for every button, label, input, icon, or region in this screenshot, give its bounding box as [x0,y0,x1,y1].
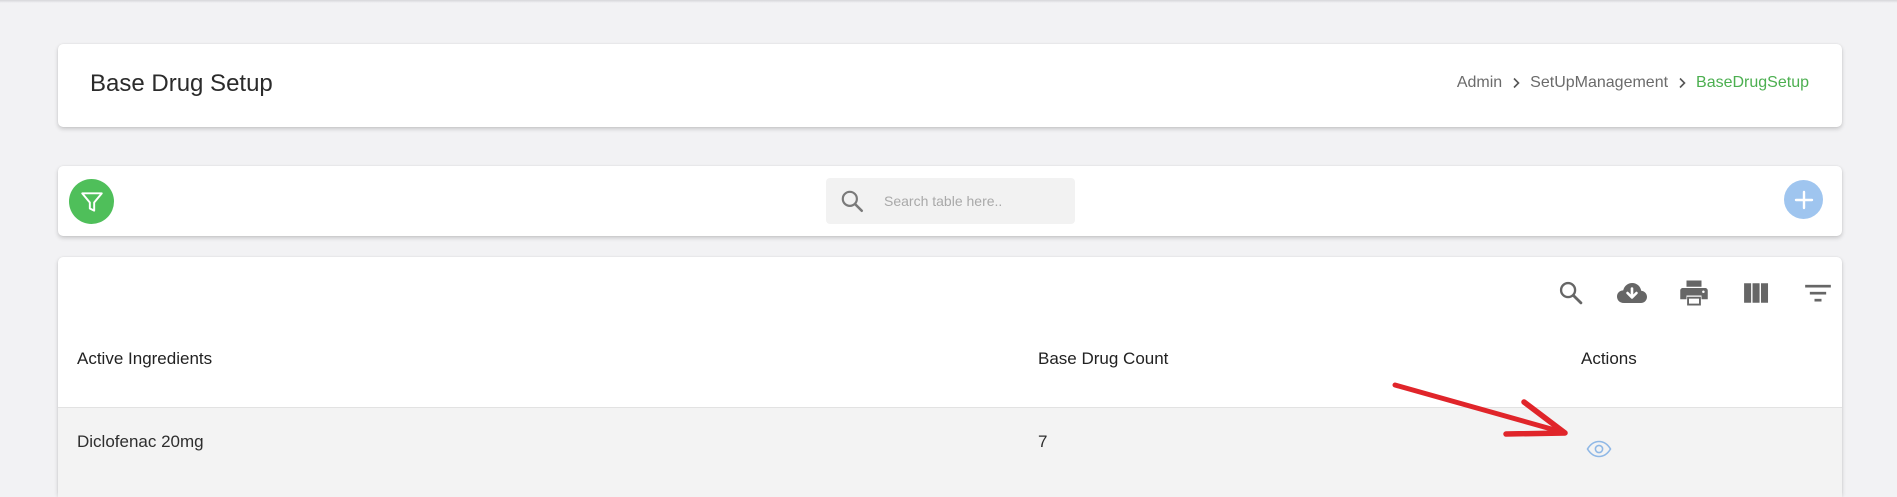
toolbar-card [58,166,1842,236]
search-icon [841,190,864,213]
filter-list-icon [1805,284,1831,302]
print-icon [1680,280,1708,306]
table-search-input[interactable] [884,193,1064,209]
print-button[interactable] [1674,273,1714,313]
column-header-base-drug-count[interactable]: Base Drug Count [1038,349,1168,369]
search-icon [1559,281,1583,305]
page-header-card: Base Drug Setup Admin SetUpManagement Ba… [58,44,1842,127]
add-button[interactable] [1784,180,1823,219]
cell-base-drug-count: 7 [1038,432,1048,451]
cloud-download-icon [1617,283,1647,303]
page-title: Base Drug Setup [90,70,273,97]
view-button[interactable] [1585,438,1613,460]
column-header-active-ingredients[interactable]: Active Ingredients [77,349,212,369]
table-card: Active Ingredients Base Drug Count Actio… [58,257,1842,497]
chevron-right-icon [1668,77,1696,89]
plus-icon [1794,190,1813,209]
filter-button[interactable] [69,179,114,224]
download-button[interactable] [1612,273,1652,313]
table-search-button[interactable] [1551,273,1591,313]
top-shadow [0,0,1897,3]
breadcrumb: Admin SetUpManagement BaseDrugSetup [1457,74,1809,92]
filter-table-button[interactable] [1798,273,1838,313]
breadcrumb-item-setupmanagement[interactable]: SetUpManagement [1530,74,1668,92]
column-header-actions: Actions [1581,349,1637,368]
breadcrumb-item-basedrugsetup: BaseDrugSetup [1696,74,1809,91]
view-column-icon [1744,283,1769,303]
table-row: Diclofenac 20mg 7 [58,407,1842,497]
cell-active-ingredients: Diclofenac 20mg [77,432,204,451]
filter-icon [80,191,103,212]
table-search-box [826,178,1075,224]
breadcrumb-item-admin[interactable]: Admin [1457,74,1502,92]
chevron-right-icon [1502,77,1530,89]
view-columns-button[interactable] [1736,273,1776,313]
eye-icon [1586,440,1612,458]
